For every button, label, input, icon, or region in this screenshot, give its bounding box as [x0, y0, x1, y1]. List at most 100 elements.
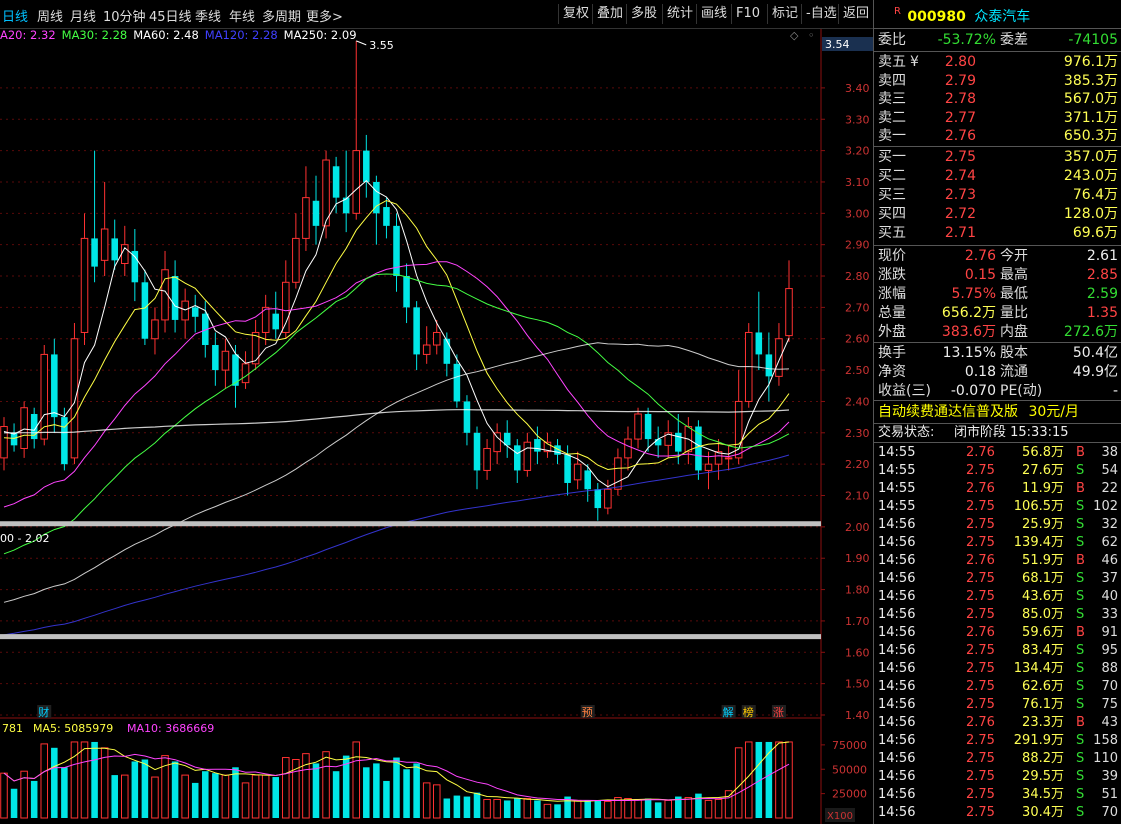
candle[interactable]	[513, 445, 521, 471]
candle[interactable]	[704, 463, 713, 471]
drawn-horizontal-line[interactable]	[0, 521, 821, 527]
candle[interactable]	[534, 439, 541, 452]
candle[interactable]	[70, 338, 79, 459]
period-tab-0[interactable]: 日线	[2, 6, 28, 25]
tool-button-8[interactable]: 返回	[838, 4, 873, 24]
tool-button-3[interactable]: 统计	[662, 4, 697, 24]
candle[interactable]	[181, 300, 189, 321]
period-tab-5[interactable]: 季线	[195, 6, 221, 25]
period-tab-7[interactable]: 多周期	[262, 6, 301, 25]
candle[interactable]	[453, 363, 461, 402]
candle[interactable]	[100, 228, 109, 261]
stock-title[interactable]: R 000980 众泰汽车	[894, 6, 1030, 26]
candle[interactable]	[212, 345, 219, 371]
candle[interactable]	[352, 150, 361, 214]
candle[interactable]	[111, 238, 118, 261]
tool-button-6[interactable]: 标记	[767, 4, 802, 24]
candle[interactable]	[493, 432, 501, 453]
candle[interactable]	[785, 288, 793, 337]
candle[interactable]	[80, 237, 89, 333]
candle[interactable]	[10, 432, 18, 446]
candle[interactable]	[0, 426, 8, 459]
candle[interactable]	[332, 166, 340, 198]
candle[interactable]	[614, 457, 622, 490]
promo-banner[interactable]: 自动续费通达信普及版 30元/月	[874, 402, 1121, 422]
event-marker-label[interactable]: 榜	[743, 705, 754, 719]
dot-icon[interactable]: ◦	[808, 29, 815, 42]
tool-button-5[interactable]: F10	[731, 4, 764, 24]
event-marker-label[interactable]: 解	[723, 705, 734, 719]
candle[interactable]	[483, 447, 491, 471]
candle[interactable]	[221, 350, 230, 371]
candle[interactable]	[564, 454, 571, 483]
period-tab-2[interactable]: 月线	[70, 6, 96, 25]
candle[interactable]	[131, 250, 139, 283]
candle[interactable]	[584, 470, 591, 490]
candle[interactable]	[91, 238, 98, 267]
ask-row[interactable]: 卖一 2.76 650.3万	[874, 127, 1121, 145]
candle[interactable]	[383, 207, 390, 226]
candle[interactable]	[413, 307, 420, 355]
candle[interactable]	[241, 363, 250, 384]
candle[interactable]	[403, 276, 410, 308]
candle[interactable]	[151, 319, 159, 340]
event-marker-label[interactable]: 财	[38, 705, 49, 719]
candle[interactable]	[573, 463, 582, 481]
tool-button-4[interactable]: 画线	[696, 4, 731, 24]
candle[interactable]	[644, 413, 652, 440]
period-tab-4[interactable]: 45日线	[149, 6, 192, 25]
ask-row[interactable]: 卖五 ¥2.80 976.1万	[874, 53, 1121, 71]
tool-button-7[interactable]: -自选	[801, 4, 841, 24]
candle[interactable]	[312, 200, 320, 226]
bid-row[interactable]: 买四 2.72 128.0万	[874, 205, 1121, 223]
candle[interactable]	[634, 413, 642, 440]
period-tab-1[interactable]: 周线	[37, 6, 63, 25]
bid-row[interactable]: 买一 2.75 357.0万	[874, 148, 1121, 166]
kline-chart[interactable]: 3.40 3.30 3.20 3.10 3.00 2.90 2.80 2.70 2.60 2.50…	[0, 0, 873, 824]
period-tab-3[interactable]: 10分钟	[103, 6, 146, 25]
candle[interactable]	[654, 439, 662, 446]
event-marker-label[interactable]: 涨	[773, 706, 784, 719]
ask-row[interactable]: 卖二 2.77 371.1万	[874, 109, 1121, 127]
candle[interactable]	[171, 276, 179, 320]
candle[interactable]	[443, 338, 451, 364]
candle[interactable]	[272, 313, 280, 330]
candle[interactable]	[422, 344, 431, 355]
candle[interactable]	[604, 488, 612, 509]
ask-row[interactable]: 卖三 2.78 567.0万	[874, 90, 1121, 108]
diamond-icon[interactable]: ◇	[790, 29, 799, 42]
candle[interactable]	[624, 438, 632, 459]
candle[interactable]	[473, 432, 481, 471]
candle[interactable]	[141, 282, 149, 339]
candle[interactable]	[20, 407, 28, 449]
candle[interactable]	[594, 489, 602, 509]
tool-button-2[interactable]: 多股	[626, 4, 661, 24]
candle[interactable]	[724, 457, 733, 460]
event-marker-label[interactable]: 预	[582, 706, 593, 719]
bid-row[interactable]: 买三 2.73 76.4万	[874, 186, 1121, 204]
period-tab-8[interactable]: 更多>	[306, 6, 343, 25]
tool-button-0[interactable]: 复权	[558, 4, 593, 24]
candle[interactable]	[282, 281, 290, 333]
candle[interactable]	[61, 417, 68, 465]
drawn-horizontal-line[interactable]	[0, 634, 821, 640]
candle[interactable]	[393, 225, 400, 277]
period-tab-6[interactable]: 年线	[229, 6, 255, 25]
tool-button-1[interactable]: 叠加	[592, 4, 627, 24]
candle[interactable]	[322, 159, 330, 227]
candle[interactable]	[363, 150, 370, 182]
candle[interactable]	[463, 401, 471, 433]
candle[interactable]	[302, 197, 310, 239]
candle[interactable]	[775, 338, 783, 377]
bid-row[interactable]: 买五 2.71 69.6万	[874, 224, 1121, 242]
bid-row[interactable]: 买二 2.74 243.0万	[874, 167, 1121, 185]
ask-row[interactable]: 卖四 2.79 385.3万	[874, 72, 1121, 90]
candle[interactable]	[765, 354, 773, 377]
candle[interactable]	[432, 331, 441, 346]
candle[interactable]	[523, 441, 532, 471]
candle[interactable]	[755, 332, 763, 355]
candle[interactable]	[191, 307, 199, 317]
candle[interactable]	[51, 354, 58, 418]
candle[interactable]	[251, 331, 260, 365]
candle[interactable]	[292, 237, 300, 283]
